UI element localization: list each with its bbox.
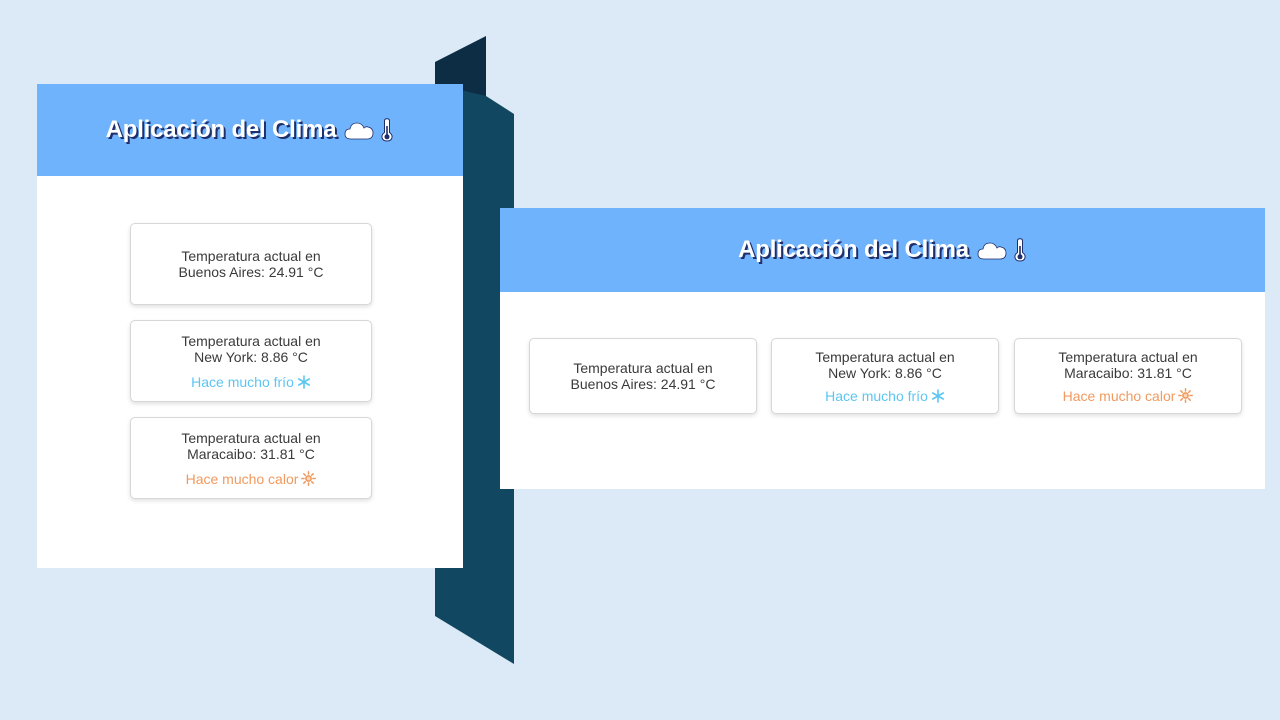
cold-warning-text: Hace mucho frío (191, 373, 294, 390)
slide-canvas: { "colors": { "background": "#dce9f6", "… (0, 0, 1280, 720)
cold-warning: Hace mucho frío (191, 374, 311, 390)
snowflake-icon (931, 388, 945, 403)
sun-icon (1178, 388, 1194, 403)
weather-card-text: Temperatura actual en New York: 8.86 °C (181, 332, 321, 365)
weather-card-buenos-aires: Temperatura actual en Buenos Aires: 24.9… (529, 338, 757, 414)
thermometer-icon (1013, 238, 1027, 262)
weather-card-new-york: Temperatura actual en New York: 8.86 °C … (771, 338, 999, 414)
app-header: Aplicación del Clima (500, 208, 1265, 292)
thermometer-icon (380, 118, 394, 142)
weather-card-maracaibo: Temperatura actual en Maracaibo: 31.81 °… (1014, 338, 1242, 414)
cold-warning-text: Hace mucho frío (825, 387, 928, 404)
app-title-text: Aplicación del Clima (105, 116, 337, 143)
app-title: Aplicación del Clima (738, 236, 1027, 264)
weather-card-text: Temperatura actual en Maracaibo: 31.81 °… (1058, 348, 1198, 381)
app-header: Aplicación del Clima (37, 84, 463, 176)
cloud-icon (977, 240, 1007, 260)
weather-app-desktop-view: Aplicación del Clima Temperatura actual … (500, 208, 1265, 489)
snowflake-icon (297, 374, 311, 389)
weather-card-text: Temperatura actual en Maracaibo: 31.81 °… (181, 429, 321, 462)
weather-card-text: Temperatura actual en New York: 8.86 °C (815, 348, 955, 381)
hot-warning: Hace mucho calor (1063, 388, 1194, 404)
weather-app-mobile-view: Aplicación del Clima Temperatura actual … (37, 84, 463, 568)
cloud-icon (344, 120, 374, 140)
weather-card-text: Temperatura actual en Buenos Aires: 24.9… (178, 248, 324, 280)
weather-card-text: Temperatura actual en Buenos Aires: 24.9… (570, 360, 716, 392)
hot-warning: Hace mucho calor (186, 471, 317, 487)
weather-card-maracaibo: Temperatura actual en Maracaibo: 31.81 °… (130, 417, 372, 499)
hot-warning-text: Hace mucho calor (185, 470, 299, 487)
app-title-text: Aplicación del Clima (738, 236, 969, 263)
hot-warning-text: Hace mucho calor (1062, 387, 1176, 404)
cold-warning: Hace mucho frío (825, 388, 945, 404)
app-title: Aplicación del Clima (106, 116, 395, 144)
weather-card-buenos-aires: Temperatura actual en Buenos Aires: 24.9… (130, 223, 372, 305)
weather-card-new-york: Temperatura actual en New York: 8.86 °C … (130, 320, 372, 402)
sun-icon (301, 471, 317, 486)
